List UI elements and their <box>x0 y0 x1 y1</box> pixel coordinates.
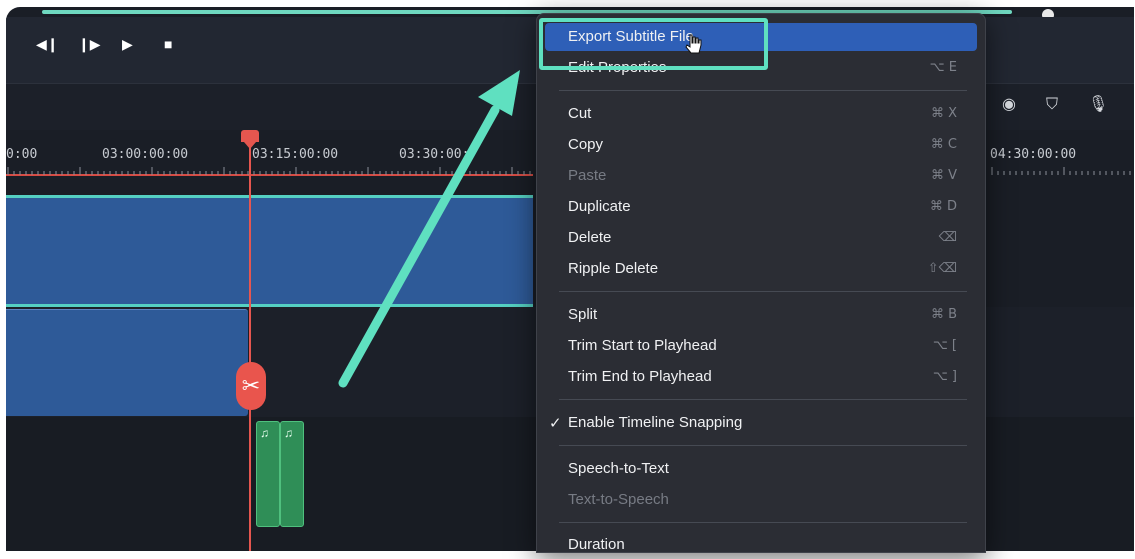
mouse-cursor-icon <box>685 34 702 54</box>
annotation-arrow <box>338 70 520 388</box>
